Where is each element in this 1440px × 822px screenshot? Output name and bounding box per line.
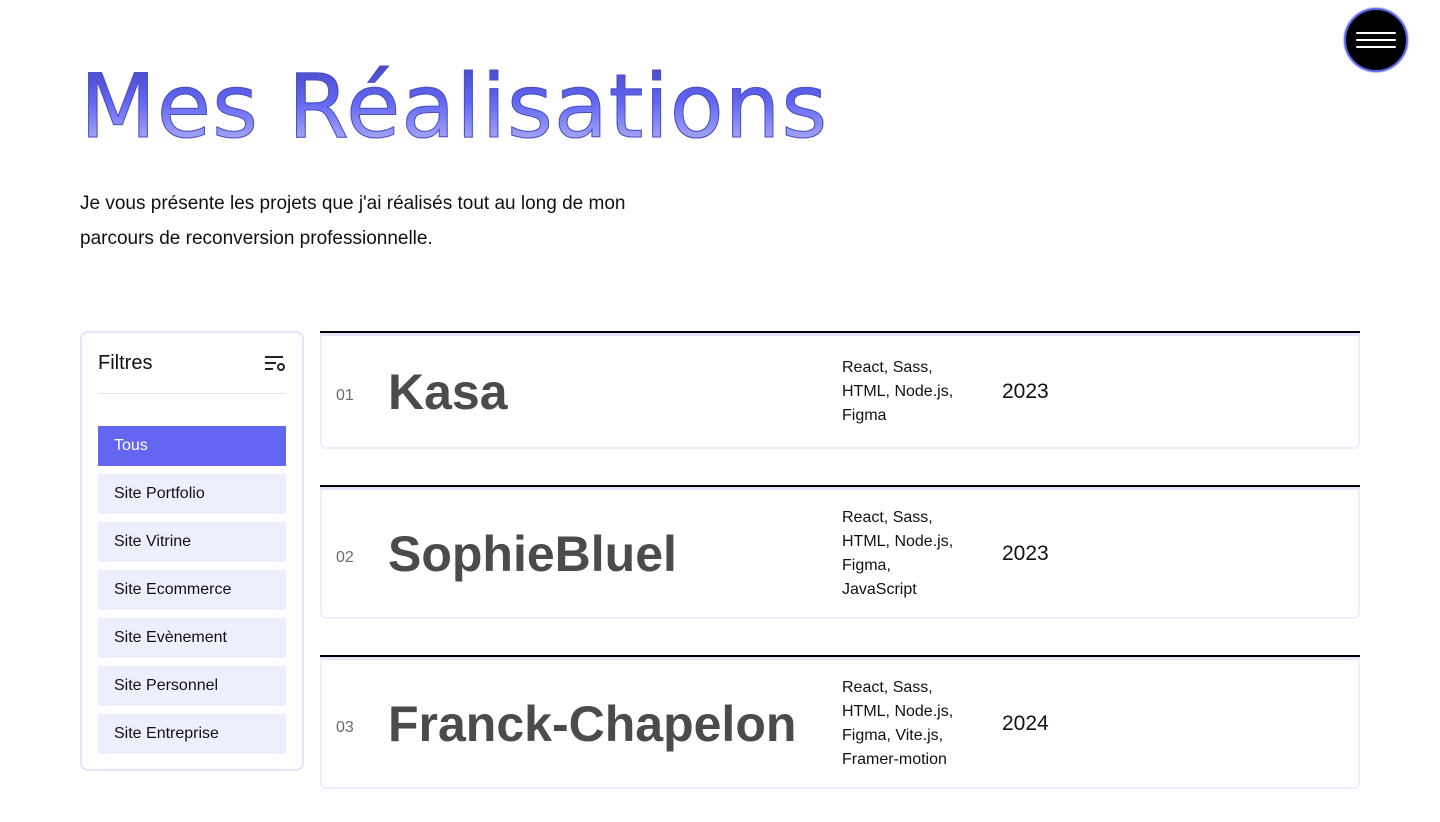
filter-settings-icon[interactable] [264,353,286,373]
tech-line: HTML, Node.js, [842,532,954,550]
page-title: Mes Réalisations [79,52,828,162]
filter-item-site-personnel[interactable]: Site Personnel [98,666,286,706]
project-year: 2023 [1002,379,1049,403]
menu-button[interactable] [1344,8,1408,72]
project-technologies: React, Sass, HTML, Node.js, Figma [842,356,1002,428]
filter-item-site-evenement[interactable]: Site Evènement [98,618,286,658]
tech-line: React, Sass, [842,358,933,376]
project-row[interactable]: 01 Kasa React, Sass, HTML, Node.js, Figm… [320,331,1360,449]
project-name[interactable]: Kasa [388,363,842,421]
project-card[interactable]: 02 SophieBluel React, Sass, HTML, Node.j… [320,487,1360,619]
project-card[interactable]: 01 Kasa React, Sass, HTML, Node.js, Figm… [320,333,1360,449]
filter-item-site-vitrine[interactable]: Site Vitrine [98,522,286,562]
project-number: 01 [336,386,354,404]
tech-line: HTML, Node.js, [842,702,954,720]
intro-text: Je vous présente les projets que j'ai ré… [80,186,680,256]
filter-item-site-portfolio[interactable]: Site Portfolio [98,474,286,514]
tech-line: React, Sass, [842,508,933,526]
project-technologies: React, Sass, HTML, Node.js, Figma, JavaS… [842,506,1002,602]
tech-line: Figma, Vite.js, [842,726,944,744]
tech-line: JavaScript [842,580,917,598]
tech-line: Figma, [842,556,891,574]
project-technologies: React, Sass, HTML, Node.js, Figma, Vite.… [842,676,1002,772]
tech-line: React, Sass, [842,678,933,696]
project-number: 02 [336,548,354,566]
project-list: 01 Kasa React, Sass, HTML, Node.js, Figm… [320,331,1360,822]
hamburger-icon [1356,32,1396,48]
project-row[interactable]: 02 SophieBluel React, Sass, HTML, Node.j… [320,485,1360,619]
filter-item-site-ecommerce[interactable]: Site Ecommerce [98,570,286,610]
project-card[interactable]: 03 Franck-Chapelon React, Sass, HTML, No… [320,657,1360,789]
filters-title: Filtres [98,351,153,374]
filters-panel: Filtres Tous Site Portfolio Site Vitrine… [80,331,304,771]
project-year: 2023 [1002,541,1049,565]
filters-header: Filtres [98,333,286,394]
project-year: 2024 [1002,711,1049,735]
project-name[interactable]: Franck-Chapelon [388,695,842,753]
intro-line-2: parcours de reconversion professionnelle… [80,228,433,249]
project-name[interactable]: SophieBluel [388,525,842,583]
tech-line: Framer-motion [842,750,947,768]
project-number: 03 [336,718,354,736]
filter-item-tous[interactable]: Tous [98,426,286,466]
filter-item-site-entreprise[interactable]: Site Entreprise [98,714,286,754]
intro-line-1: Je vous présente les projets que j'ai ré… [80,193,626,214]
tech-line: HTML, Node.js, [842,382,954,400]
project-row[interactable]: 03 Franck-Chapelon React, Sass, HTML, No… [320,655,1360,789]
filter-list: Tous Site Portfolio Site Vitrine Site Ec… [98,426,286,754]
tech-line: Figma [842,406,887,424]
